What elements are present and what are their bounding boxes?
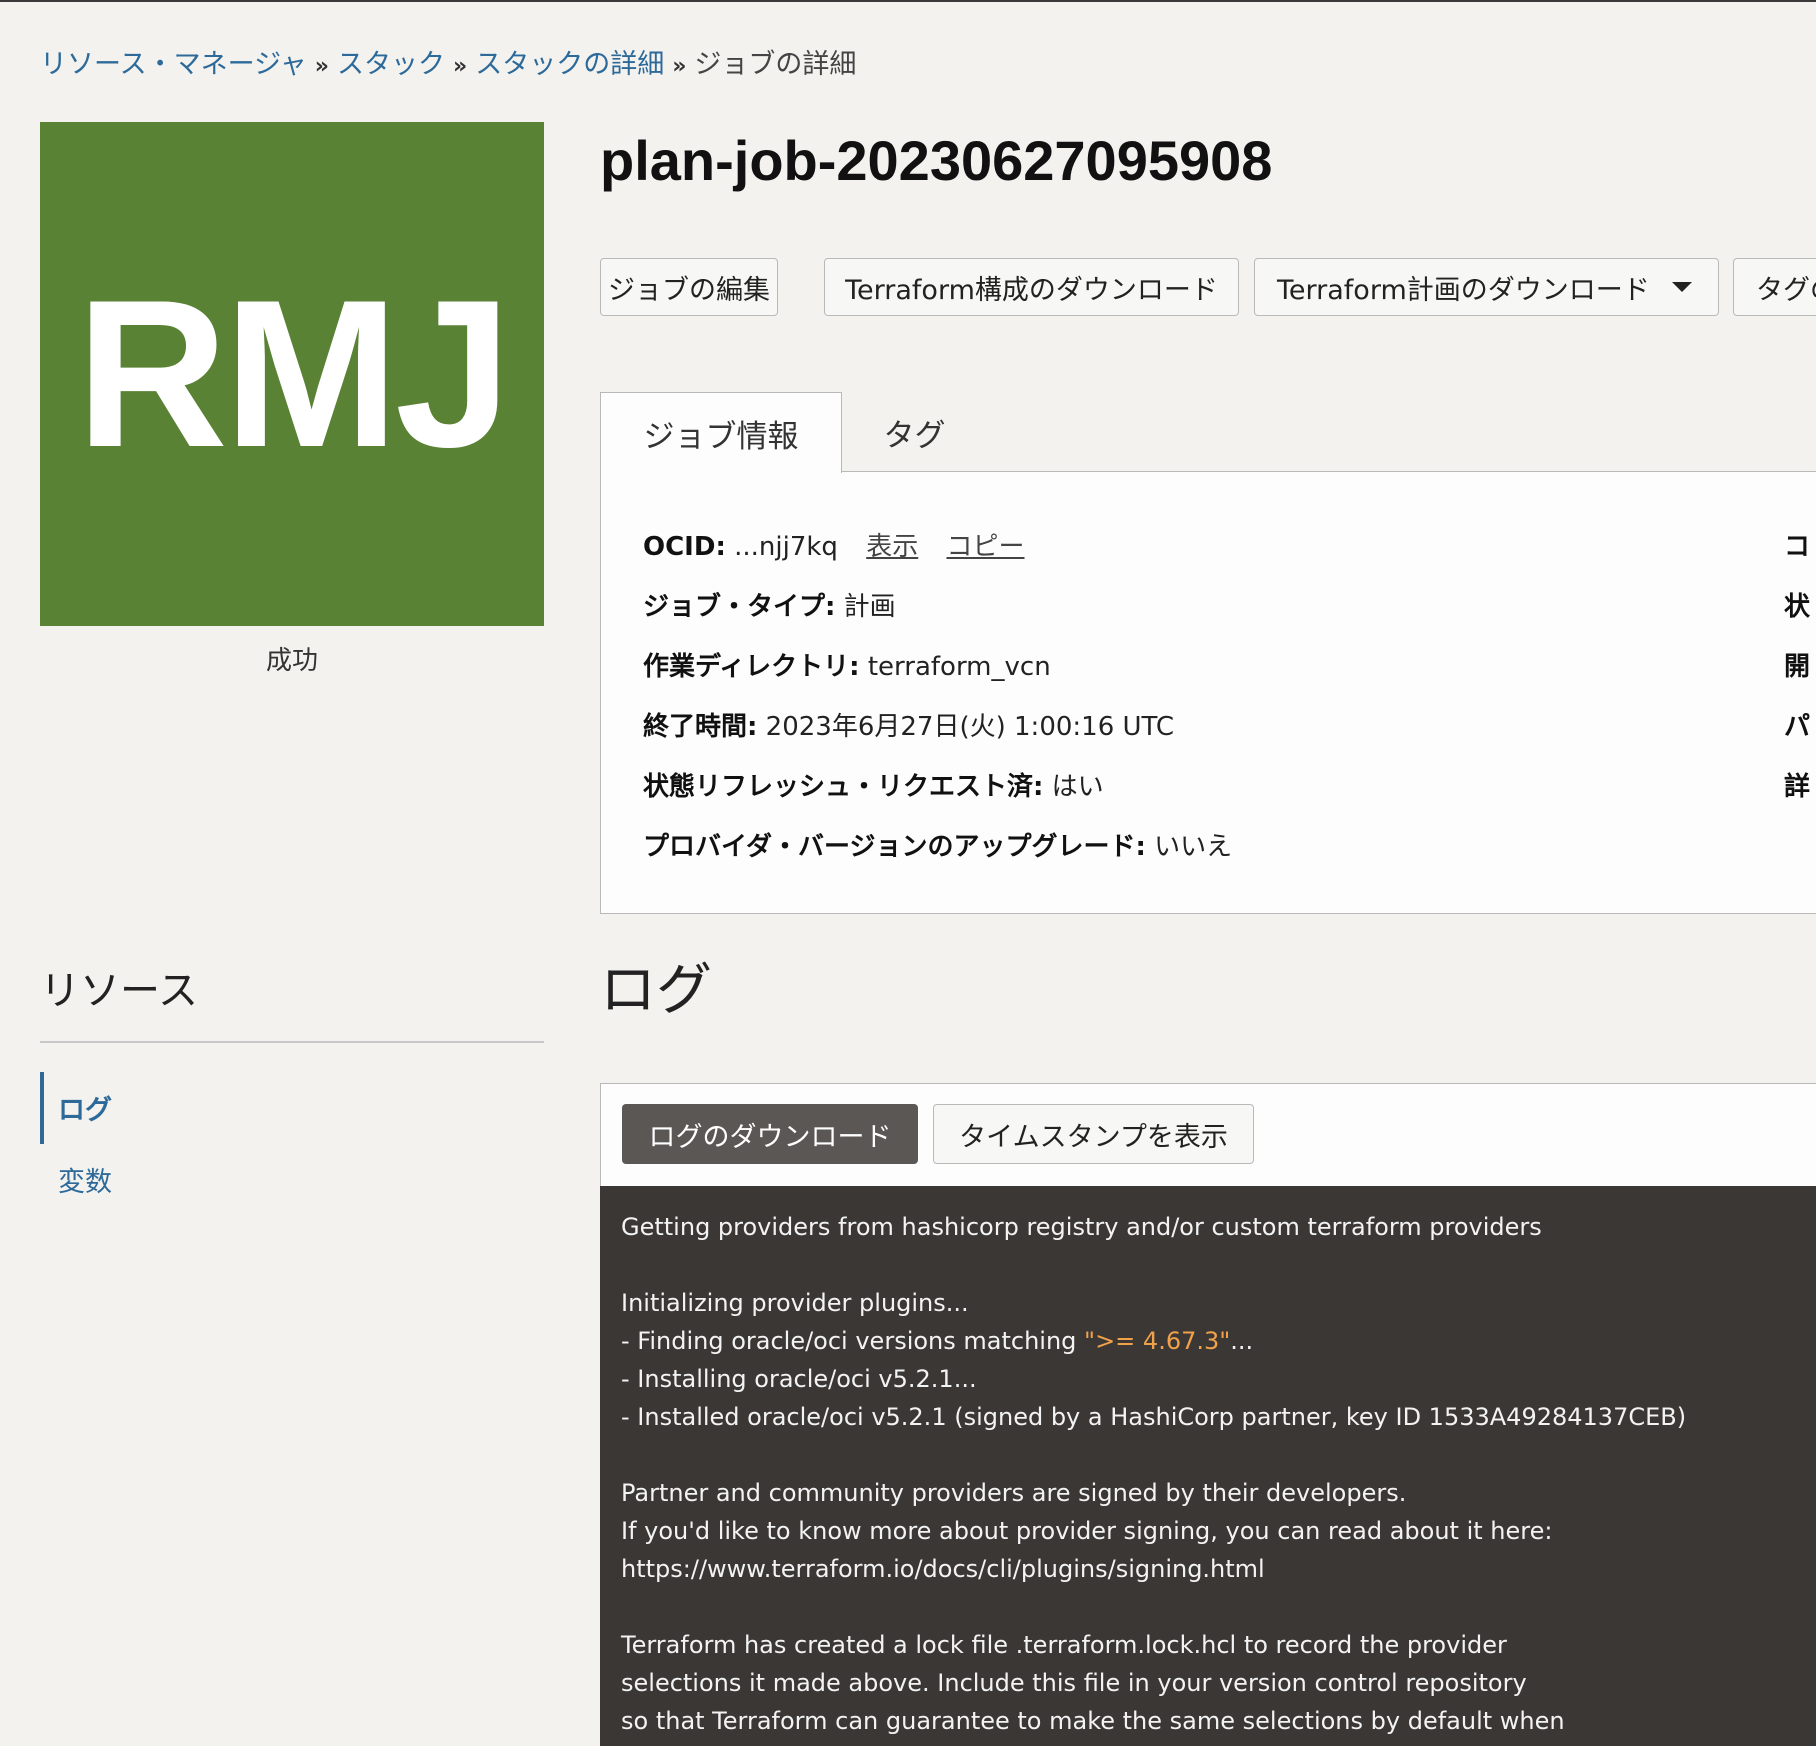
edit-job-button-label: ジョブの編集 <box>608 274 770 306</box>
ocid-label: OCID: <box>643 532 726 562</box>
download-terraform-config-button[interactable]: Terraform構成のダウンロード <box>824 258 1239 316</box>
tab-job-info-label: ジョブ情報 <box>643 418 799 455</box>
log-line: - Installing oracle/oci v5.2.1... <box>621 1365 977 1393</box>
log-line: Partner and community providers are sign… <box>621 1479 1407 1507</box>
job-info-panel: OCID: ...njj7kq 表示 コピー ジョブ・タイプ: 計画 作業ディレ… <box>600 471 1816 914</box>
tags-button[interactable]: タグの <box>1733 258 1816 316</box>
ocid-row: OCID: ...njj7kq 表示 コピー <box>643 526 1025 563</box>
job-type-value: 計画 <box>843 592 896 622</box>
log-line: - Finding oracle/oci versions matching "… <box>621 1322 1816 1360</box>
log-output: Getting providers from hashicorp registr… <box>600 1186 1816 1746</box>
log-line-text: - Finding oracle/oci versions matching <box>621 1327 1085 1355</box>
resource-item-variables[interactable]: 変数 <box>58 1160 112 1199</box>
resources-divider <box>40 1041 544 1043</box>
tab-tags[interactable]: タグ <box>842 392 987 472</box>
right-column-label: 開 <box>1784 652 1811 682</box>
provider-upgrade-value: いいえ <box>1154 832 1233 862</box>
right-column-label: パ <box>1784 712 1811 742</box>
log-line: so that Terraform can guarantee to make … <box>621 1707 1565 1735</box>
refresh-state-value: はい <box>1051 772 1104 802</box>
top-border <box>0 0 1816 2</box>
log-toolbar: ログのダウンロード タイムスタンプを表示 <box>600 1083 1816 1187</box>
end-time-row: 終了時間: 2023年6月27日(火) 1:00:16 UTC <box>643 706 1174 743</box>
end-time-value: 2023年6月27日(火) 1:00:16 UTC <box>765 712 1175 742</box>
ocid-value: ...njj7kq <box>734 532 838 562</box>
job-type-row: ジョブ・タイプ: 計画 <box>643 586 896 623</box>
tab-job-info[interactable]: ジョブ情報 <box>600 392 842 473</box>
log-line-suffix: ... <box>1230 1327 1254 1355</box>
tags-button-label: タグの <box>1756 274 1816 306</box>
resource-item-logs[interactable]: ログ <box>58 1088 112 1127</box>
refresh-state-row: 状態リフレッシュ・リクエスト済: はい <box>643 766 1104 803</box>
breadcrumb-separator: » <box>672 54 687 79</box>
job-status-tile: RMJ <box>40 122 544 626</box>
right-column-label: 状 <box>1784 592 1811 622</box>
show-ocid-link[interactable]: 表示 <box>866 532 918 562</box>
provider-upgrade-label: プロバイダ・バージョンのアップグレード: <box>643 832 1146 862</box>
log-line: - Installed oracle/oci v5.2.1 (signed by… <box>621 1403 1687 1431</box>
working-directory-label: 作業ディレクトリ: <box>643 652 860 682</box>
end-time-label: 終了時間: <box>643 712 758 742</box>
refresh-state-label: 状態リフレッシュ・リクエスト済: <box>643 772 1044 802</box>
job-status-label: 成功 <box>265 646 318 676</box>
log-line: https://www.terraform.io/docs/cli/plugin… <box>621 1555 1265 1583</box>
show-timestamps-button[interactable]: タイムスタンプを表示 <box>933 1104 1254 1164</box>
edit-job-button[interactable]: ジョブの編集 <box>600 258 778 316</box>
log-line: If you'd like to know more about provide… <box>621 1517 1553 1545</box>
download-logs-label: ログのダウンロード <box>648 1121 892 1153</box>
active-indicator <box>40 1072 44 1144</box>
log-line: Initializing provider plugins... <box>621 1289 969 1317</box>
right-column-label: 詳 <box>1784 772 1811 802</box>
job-type-label: ジョブ・タイプ: <box>643 592 836 622</box>
breadcrumb-resource-manager[interactable]: リソース・マネージャ <box>40 49 307 80</box>
copy-ocid-link[interactable]: コピー <box>946 532 1024 562</box>
working-directory-value: terraform_vcn <box>867 652 1051 682</box>
download-logs-button[interactable]: ログのダウンロード <box>622 1104 918 1164</box>
page-title: plan-job-20230627095908 <box>600 129 1273 192</box>
provider-upgrade-row: プロバイダ・バージョンのアップグレード: いいえ <box>643 826 1232 863</box>
tab-tags-label: タグ <box>883 417 946 454</box>
download-terraform-plan-button[interactable]: Terraform計画のダウンロード <box>1254 258 1719 316</box>
log-line: selections it made above. Include this f… <box>621 1669 1527 1697</box>
download-terraform-plan-label: Terraform計画のダウンロード <box>1277 274 1650 306</box>
log-version-constraint: ">= 4.67.3" <box>1084 1327 1231 1355</box>
job-status-abbr: RMJ <box>76 256 511 491</box>
breadcrumb-separator: » <box>314 54 329 79</box>
breadcrumb-separator: » <box>452 54 468 79</box>
download-terraform-config-label: Terraform構成のダウンロード <box>845 274 1218 306</box>
right-column-label: コ <box>1784 532 1811 562</box>
breadcrumb: リソース・マネージャ » スタック » スタックの詳細 » ジョブの詳細 <box>40 42 856 81</box>
show-timestamps-label: タイムスタンプを表示 <box>959 1121 1228 1153</box>
breadcrumb-stacks[interactable]: スタック <box>337 49 445 80</box>
working-directory-row: 作業ディレクトリ: terraform_vcn <box>643 646 1051 683</box>
log-line: Getting providers from hashicorp registr… <box>621 1213 1542 1241</box>
chevron-down-icon <box>1671 282 1692 292</box>
log-line: Terraform has created a lock file .terra… <box>621 1631 1507 1659</box>
breadcrumb-stack-details[interactable]: スタックの詳細 <box>475 49 664 80</box>
logs-heading: ログ <box>600 958 712 1023</box>
resources-heading: リソース <box>40 968 198 1014</box>
breadcrumb-current: ジョブの詳細 <box>694 49 857 80</box>
